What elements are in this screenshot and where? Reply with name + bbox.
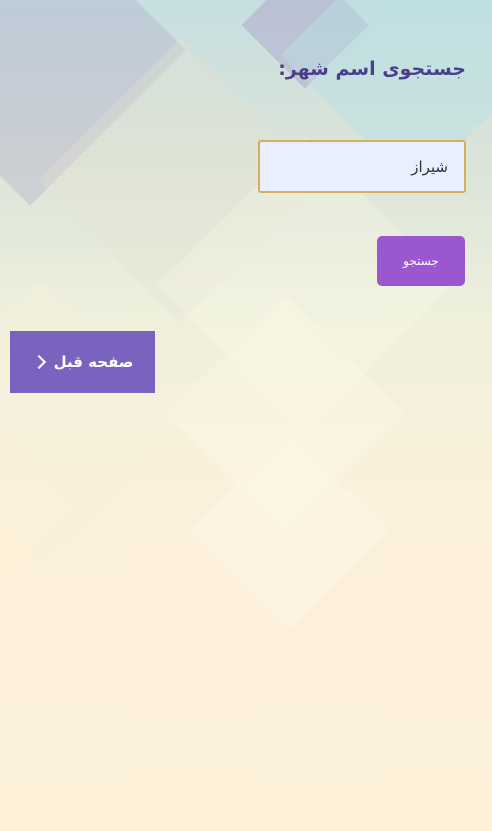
background-diamond: [191, 431, 389, 629]
background-diamond: [0, 278, 182, 562]
page-title: جستجوی اسم شهر:: [278, 58, 466, 80]
background-diamond: [164, 294, 406, 536]
city-search-input[interactable]: [258, 140, 466, 193]
previous-page-button[interactable]: صفحه قبل: [10, 331, 155, 393]
background-decoration: [0, 0, 492, 831]
background-diamond: [0, 411, 79, 609]
previous-page-label: صفحه قبل: [53, 353, 134, 371]
background-diamond: [0, 0, 186, 206]
chevron-right-icon: [31, 354, 46, 370]
search-button[interactable]: جستجو: [377, 236, 465, 286]
